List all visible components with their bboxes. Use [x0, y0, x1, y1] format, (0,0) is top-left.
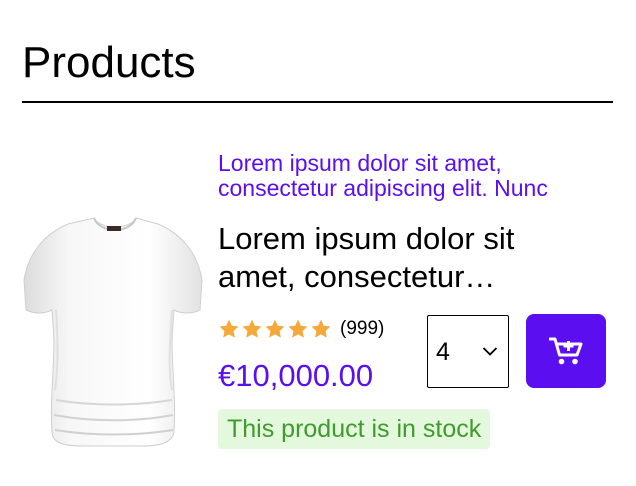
- title-divider: [22, 101, 613, 103]
- quantity-value: 4: [436, 337, 450, 366]
- product-image[interactable]: [22, 210, 206, 450]
- star-icon: [242, 319, 262, 338]
- review-count[interactable]: (999): [340, 318, 384, 340]
- star-icon: [265, 319, 285, 338]
- star-icon: [219, 319, 239, 338]
- stock-status-badge: This product is in stock: [218, 409, 491, 449]
- star-icon: [288, 319, 308, 338]
- product-title[interactable]: Lorem ipsum dolor sit amet, consectetur …: [218, 220, 548, 296]
- chevron-down-icon: [482, 347, 498, 356]
- page-title: Products: [22, 38, 196, 87]
- rating-stars: [218, 318, 332, 340]
- product-category-link[interactable]: Lorem ipsum dolor sit amet, consectetur …: [218, 151, 613, 201]
- cart-plus-icon: [549, 337, 583, 365]
- add-to-cart-button[interactable]: [526, 314, 606, 388]
- quantity-select[interactable]: 4: [427, 315, 509, 388]
- star-icon: [311, 319, 331, 338]
- product-rating: (999): [218, 317, 384, 341]
- product-price: €10,000.00: [218, 358, 374, 393]
